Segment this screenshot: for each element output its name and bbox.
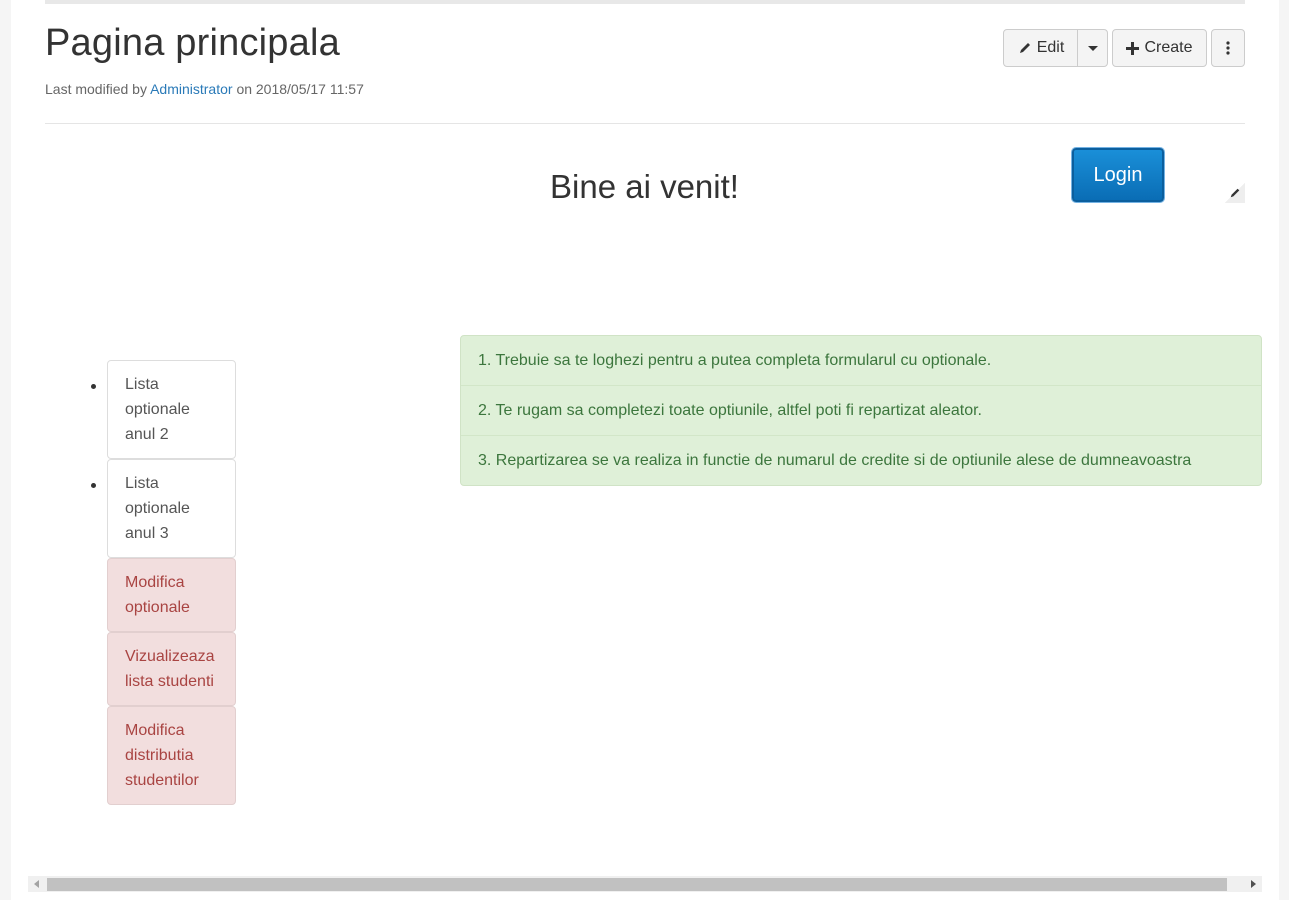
options-menu: Lista optionale anul 2 Lista optionale a… <box>81 360 241 805</box>
author-link[interactable]: Administrator <box>150 81 232 97</box>
instructions-panel: 1. Trebuie sa te loghezi pentru a putea … <box>460 335 1262 486</box>
top-divider <box>45 0 1245 4</box>
menu-item-lista-anul-3[interactable]: Lista optionale anul 3 <box>91 459 236 558</box>
edit-section-button[interactable] <box>1225 183 1245 203</box>
more-actions-button[interactable] <box>1211 29 1245 67</box>
edit-dropdown-button[interactable] <box>1077 29 1108 67</box>
meta-prefix: Last modified by <box>45 81 147 97</box>
caret-down-icon <box>1087 45 1098 51</box>
scroll-right-icon[interactable] <box>1251 880 1256 888</box>
meta-suffix: on 2018/05/17 11:57 <box>236 81 364 97</box>
plus-icon <box>1126 41 1140 55</box>
edit-label: Edit <box>1036 39 1065 56</box>
pencil-icon <box>1230 188 1240 198</box>
edit-button[interactable]: Edit <box>1003 29 1079 67</box>
welcome-heading: Bine ai venit! <box>550 168 739 205</box>
horizontal-scrollbar[interactable] <box>28 876 1262 892</box>
create-button[interactable]: Create <box>1112 29 1207 67</box>
last-modified-info: Last modified by Administrator on 2018/0… <box>45 81 364 97</box>
menu-item-lista-anul-2[interactable]: Lista optionale anul 2 <box>91 360 236 459</box>
page-container: Pagina principala Last modified by Admin… <box>11 0 1279 900</box>
instruction-item: 3. Repartizarea se va realiza in functie… <box>461 435 1261 485</box>
create-label: Create <box>1144 39 1193 56</box>
page-title: Pagina principala <box>45 22 340 64</box>
login-button[interactable]: Login <box>1072 148 1164 202</box>
scrollbar-thumb[interactable] <box>47 878 1227 891</box>
more-vertical-icon <box>1226 41 1230 55</box>
menu-item-modifica-optionale[interactable]: Modifica optionale <box>107 558 236 632</box>
pencil-icon <box>1019 43 1030 53</box>
instruction-item: 2. Te rugam sa completezi toate optiunil… <box>461 385 1261 435</box>
menu-item-modifica-distributia[interactable]: Modifica distributia studentilor <box>107 706 236 805</box>
instruction-item: 1. Trebuie sa te loghezi pentru a putea … <box>478 352 992 369</box>
menu-item-vizualizeaza-studenti[interactable]: Vizualizeaza lista studenti <box>107 632 236 706</box>
scroll-left-icon[interactable] <box>34 880 39 888</box>
header-divider <box>45 123 1245 124</box>
